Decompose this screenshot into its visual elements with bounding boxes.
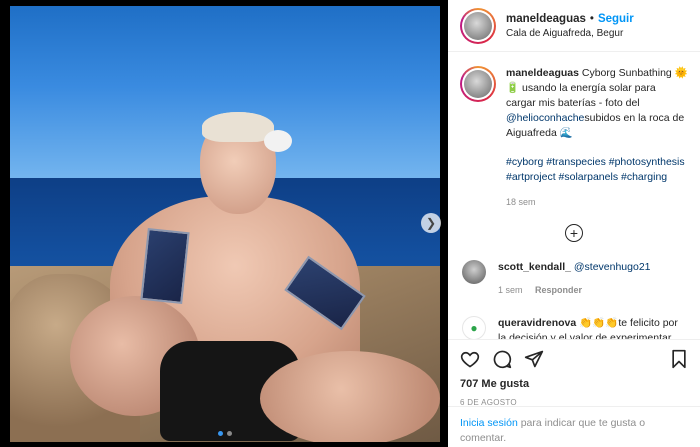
- hashtag-link[interactable]: #charging: [621, 171, 667, 183]
- commenter-avatar[interactable]: ●: [462, 316, 486, 339]
- hashtag-link[interactable]: #cyborg: [506, 156, 543, 168]
- action-icons-row: [460, 346, 688, 372]
- post-header: maneldeaguas • Seguir Cala de Aiguafreda, …: [448, 0, 700, 52]
- caption-author-avatar[interactable]: [460, 66, 496, 102]
- commenter-username[interactable]: scott_kendall_: [498, 261, 571, 273]
- hashtag-link[interactable]: #artproject: [506, 171, 556, 183]
- carousel-dot-active: [218, 431, 223, 436]
- share-icon[interactable]: [524, 349, 544, 369]
- likes-count[interactable]: 707 Me gusta: [460, 378, 688, 390]
- carousel-dot: [227, 431, 232, 436]
- comment-time[interactable]: 1 sem: [498, 285, 523, 295]
- hashtag-link[interactable]: #transpecies: [546, 156, 606, 168]
- chevron-right-icon: ❯: [425, 216, 437, 230]
- author-username[interactable]: maneldeaguas: [506, 13, 586, 25]
- comment-meta: 1 sem Responder: [498, 283, 688, 298]
- comment-mention[interactable]: @stevenhugo21: [574, 261, 651, 273]
- load-more-comments-button[interactable]: +: [565, 224, 583, 242]
- hashtag-link[interactable]: #photosynthesis: [609, 156, 685, 168]
- caption-avatar-inner: [462, 68, 494, 100]
- follow-button[interactable]: Seguir: [598, 13, 634, 25]
- carousel-indicator: [218, 431, 232, 436]
- comment-text: queravidrenova 👏👏👏te felicito por la dec…: [498, 316, 688, 339]
- caption-avatar-image: [464, 70, 492, 98]
- login-prompt: Inicia sesión para indicar que te gusta …: [448, 406, 700, 447]
- carousel-next-button[interactable]: ❯: [421, 213, 441, 233]
- post-location[interactable]: Cala de Aiguafreda, Begur: [506, 28, 634, 39]
- post-media[interactable]: ❯: [0, 0, 448, 447]
- photo-person-hair-top: [202, 112, 274, 142]
- post-header-text: maneldeaguas • Seguir Cala de Aiguafreda, …: [506, 13, 634, 39]
- hashtag-link[interactable]: #solarpanels: [559, 171, 619, 183]
- comment-item: ● queravidrenova 👏👏👏te felicito por la d…: [460, 316, 688, 339]
- author-avatar-inner: [462, 9, 494, 42]
- heart-icon[interactable]: [460, 349, 480, 369]
- commenter-avatar[interactable]: [462, 260, 486, 284]
- post-side-panel: maneldeaguas • Seguir Cala de Aiguafreda, …: [448, 0, 700, 447]
- photo-solar-panel-left: [140, 228, 190, 304]
- post-actions: 707 Me gusta 6 DE AGOSTO: [448, 339, 700, 407]
- comment-icon[interactable]: [492, 349, 512, 369]
- author-avatar-image: [464, 11, 492, 40]
- post-caption: maneldeaguas Cyborg Sunbathing 🌞 🔋 usand…: [460, 66, 688, 210]
- caption-time[interactable]: 18 sem: [506, 195, 688, 210]
- post-photo[interactable]: [10, 6, 440, 442]
- reply-button[interactable]: Responder: [535, 285, 582, 295]
- author-avatar[interactable]: [460, 7, 496, 44]
- photo-person-right-leg: [260, 351, 440, 442]
- caption-text: maneldeaguas Cyborg Sunbathing 🌞 🔋 usand…: [506, 66, 688, 210]
- comment-item: scott_kendall_ @stevenhugo21 1 sem Respo…: [460, 260, 688, 298]
- bookmark-icon[interactable]: [670, 349, 688, 369]
- commenter-logo-icon: ●: [470, 321, 478, 335]
- comments-section[interactable]: maneldeaguas Cyborg Sunbathing 🌞 🔋 usand…: [448, 52, 700, 339]
- caption-mention[interactable]: @helioconhache: [506, 112, 584, 124]
- login-link[interactable]: Inicia sesión: [460, 417, 518, 429]
- plus-circle-icon: +: [569, 225, 579, 241]
- photo-headphone: [264, 130, 292, 152]
- commenter-username[interactable]: queravidrenova: [498, 317, 576, 329]
- post-header-line: maneldeaguas • Seguir: [506, 13, 634, 25]
- header-separator: •: [589, 12, 594, 25]
- caption-hashtags: #cyborg #transpecies #photosynthesis #ar…: [506, 155, 688, 185]
- comment-text: scott_kendall_ @stevenhugo21 1 sem Respo…: [498, 260, 688, 298]
- caption-username[interactable]: maneldeaguas: [506, 67, 579, 79]
